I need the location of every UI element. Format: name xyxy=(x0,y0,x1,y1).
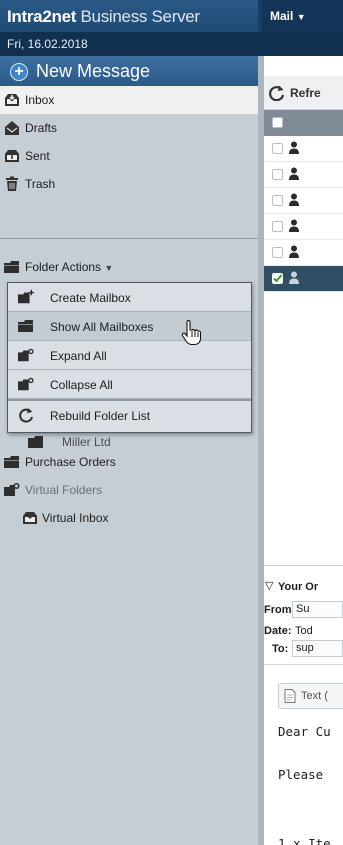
folder-label: Inbox xyxy=(25,93,55,107)
plus-icon: + xyxy=(10,63,28,81)
checkmark-icon xyxy=(273,274,283,283)
expand-icon xyxy=(18,348,34,362)
sidebar-divider xyxy=(0,238,258,239)
row-checkbox[interactable] xyxy=(272,247,283,258)
sent-icon xyxy=(5,149,19,162)
folder-label: Sent xyxy=(25,149,50,163)
table-row[interactable] xyxy=(264,162,343,188)
body-line: Please xyxy=(278,767,324,782)
from-label: From: xyxy=(264,604,296,616)
folder-purchase-orders[interactable]: Purchase Orders xyxy=(0,448,258,476)
header-right-area xyxy=(258,32,343,56)
contact-icon xyxy=(289,141,299,154)
create-mailbox-icon xyxy=(18,289,34,304)
folder-sent[interactable]: Sent xyxy=(0,142,258,170)
folder-label: Drafts xyxy=(25,121,58,135)
folder-label: Trash xyxy=(25,177,56,191)
from-field[interactable]: Su xyxy=(292,601,343,618)
hand-cursor-icon xyxy=(181,320,202,346)
virtual-folders-icon xyxy=(4,483,20,496)
new-message-button[interactable]: + New Message xyxy=(0,56,258,86)
menu-item-show-all-mailboxes[interactable]: Show All Mailboxes xyxy=(8,312,251,341)
message-list-header xyxy=(264,110,343,136)
trash-icon xyxy=(6,176,18,191)
to-label: To: xyxy=(272,643,289,655)
folder-actions-button[interactable]: Folder Actions ▼ xyxy=(0,253,258,281)
contact-icon xyxy=(289,167,299,180)
folder-trash[interactable]: Trash xyxy=(0,170,258,198)
contact-icon xyxy=(289,271,299,284)
virtual-inbox-icon xyxy=(23,512,37,524)
folder-inbox[interactable]: Inbox xyxy=(0,86,258,114)
collapse-triangle-icon[interactable]: ▽ xyxy=(265,579,273,592)
table-row[interactable] xyxy=(264,136,343,162)
refresh-icon xyxy=(19,408,33,423)
preview-divider xyxy=(264,664,343,665)
folder-drafts[interactable]: Drafts xyxy=(0,114,258,142)
folder-icon xyxy=(4,261,19,273)
row-checkbox[interactable] xyxy=(272,273,283,284)
document-icon xyxy=(284,689,296,703)
text-part-tab[interactable]: Text ( xyxy=(278,683,343,709)
row-checkbox[interactable] xyxy=(272,195,283,206)
date-label: Date: xyxy=(264,625,292,637)
chevron-down-icon: ▼ xyxy=(296,12,306,22)
select-all-checkbox[interactable] xyxy=(272,117,283,128)
contact-icon xyxy=(289,193,299,206)
folder-virtual-inbox[interactable]: Virtual Inbox xyxy=(0,504,258,532)
row-checkbox[interactable] xyxy=(272,143,283,154)
folder-icon xyxy=(4,456,19,468)
menu-item-create-mailbox[interactable]: Create Mailbox xyxy=(8,283,251,312)
chevron-down-icon: ▼ xyxy=(104,263,114,273)
row-checkbox[interactable] xyxy=(272,169,283,180)
mail-menu-button[interactable]: Mail ▼ xyxy=(262,0,343,32)
menu-item-collapse-all[interactable]: Collapse All xyxy=(8,370,251,399)
preview-subject: Your Or xyxy=(278,581,319,593)
sidebar: + New Message Inbox Drafts Sent Trash Fol… xyxy=(0,56,258,845)
folder-actions-menu: Create Mailbox Show All Mailboxes Expand… xyxy=(7,282,252,433)
folder-virtual-folders[interactable]: Virtual Folders xyxy=(0,476,258,504)
contact-icon xyxy=(289,219,299,232)
row-checkbox[interactable] xyxy=(272,221,283,232)
refresh-icon[interactable] xyxy=(268,85,286,101)
body-line: Dear Cu xyxy=(278,724,331,739)
table-row[interactable] xyxy=(264,240,343,266)
table-row[interactable] xyxy=(264,266,343,292)
body-line: 1 x Ite xyxy=(278,836,331,845)
collapse-icon xyxy=(18,377,34,391)
table-row[interactable] xyxy=(264,188,343,214)
current-date: Fri, 16.02.2018 xyxy=(0,32,258,56)
drafts-icon xyxy=(5,121,19,135)
date-value: Tod xyxy=(295,625,313,637)
inbox-icon xyxy=(5,94,19,106)
menu-item-rebuild-folder-list[interactable]: Rebuild Folder List xyxy=(8,401,251,430)
folder-icon xyxy=(18,320,33,332)
refresh-button[interactable]: Refre xyxy=(290,86,321,100)
to-field[interactable]: sup xyxy=(292,640,343,657)
menu-item-expand-all[interactable]: Expand All xyxy=(8,341,251,370)
brand-logo: Intra2net Business Server xyxy=(0,0,258,32)
table-row[interactable] xyxy=(264,214,343,240)
contact-icon xyxy=(289,245,299,258)
